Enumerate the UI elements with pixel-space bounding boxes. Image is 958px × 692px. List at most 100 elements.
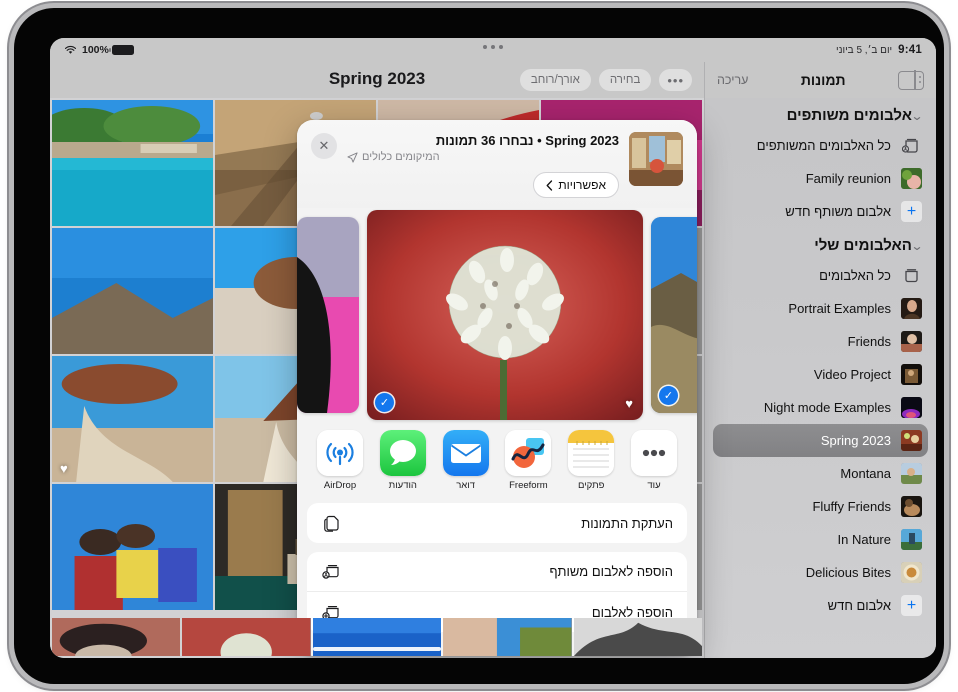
- share-sheet-subtitle: המיקומים כלולים: [362, 151, 440, 163]
- share-app-messages[interactable]: הודעות: [379, 430, 426, 491]
- sidebar-item-portrait-examples[interactable]: Portrait Examples: [713, 292, 928, 325]
- status-bar-left: 100%: [64, 44, 134, 56]
- carousel-photo-right[interactable]: ✓: [651, 217, 697, 413]
- ipad-screen: 9:41 יום ב׳, 5 ביוני 100% ••• בחירה אורך…: [50, 38, 936, 658]
- share-sheet: Spring 2023 • נבחרו 36 תמונות המיקומים כ…: [297, 120, 697, 656]
- share-actions-group-1: העתקת התמונות: [307, 503, 687, 543]
- share-app-label: Freeform: [509, 480, 548, 491]
- messages-icon: [379, 430, 426, 476]
- favorite-heart-icon: ♥: [625, 396, 633, 411]
- sidebar-item-family-reunion[interactable]: Family reunion: [713, 162, 928, 195]
- album-thumbnail: [901, 397, 922, 418]
- sidebar-toolbar: תמונות עריכה: [705, 62, 936, 98]
- sidebar-item-label: In Nature: [837, 532, 891, 547]
- action-label: הוספה לאלבום משותף: [549, 564, 673, 579]
- home-indicator[interactable]: [313, 647, 441, 651]
- options-button[interactable]: אפשרויות: [533, 172, 619, 198]
- section-header-my-albums[interactable]: ⌄ האלבומים שלי: [705, 228, 936, 259]
- album-thumbnail: [901, 529, 922, 550]
- share-app-freeform[interactable]: Freeform: [505, 430, 552, 491]
- chevron-down-icon: ⌄: [910, 108, 924, 123]
- favorite-heart-icon: ♥: [60, 461, 68, 476]
- battery-indicator: 100%: [82, 44, 134, 56]
- section-header-shared-albums[interactable]: ⌄ אלבומים משותפים: [705, 98, 936, 129]
- more-icon: [631, 430, 677, 476]
- carousel-photo-selected[interactable]: ✓ ♥: [367, 210, 643, 420]
- photo-cell[interactable]: ♥: [52, 356, 213, 482]
- share-app-more[interactable]: עוד: [631, 430, 677, 491]
- sidebar-item-label: אלבום משותף חדש: [785, 204, 891, 219]
- share-app-label: פתקים: [577, 480, 605, 491]
- sidebar-item-label: Spring 2023: [820, 433, 891, 448]
- share-app-mail[interactable]: דואר: [442, 430, 489, 491]
- plus-icon: +: [901, 201, 922, 222]
- photo-cell[interactable]: [52, 228, 213, 354]
- photo-cell[interactable]: [52, 100, 213, 226]
- select-button[interactable]: בחירה: [598, 69, 652, 91]
- sidebar-item-all-shared-albums[interactable]: כל האלבומים המשותפים: [713, 129, 928, 162]
- photo-cell[interactable]: [52, 618, 181, 656]
- battery-percent: 100%: [82, 44, 109, 56]
- photo-selected-checkmark[interactable]: ✓: [375, 393, 394, 412]
- mail-icon: [442, 430, 489, 476]
- sidebar-item-night-mode-examples[interactable]: Night mode Examples: [713, 391, 928, 424]
- album-thumbnail: [901, 331, 922, 352]
- album-thumbnail: [901, 168, 922, 189]
- multitasking-dots-button[interactable]: [483, 45, 503, 49]
- sidebar-item-label: כל האלבומים המשותפים: [756, 138, 891, 153]
- sidebar-item-all-albums[interactable]: כל האלבומים: [713, 259, 928, 292]
- share-photo-carousel: ✓ ♥ ✓: [297, 208, 697, 424]
- photo-selected-checkmark[interactable]: ✓: [659, 386, 678, 405]
- sidebar-item-label: Family reunion: [805, 171, 891, 186]
- photo-cell[interactable]: [52, 484, 213, 610]
- photo-cell[interactable]: [443, 618, 572, 656]
- share-app-airdrop[interactable]: AirDrop: [317, 430, 364, 491]
- sidebar-item-label: Fluffy Friends: [812, 499, 891, 514]
- album-thumbnail: [901, 364, 922, 385]
- photo-cell[interactable]: [182, 618, 311, 656]
- action-copy-photos[interactable]: העתקת התמונות: [307, 503, 687, 543]
- section-title: אלבומים משותפים: [786, 107, 912, 124]
- sidebar-item-video-project[interactable]: Video Project: [713, 358, 928, 391]
- share-sheet-header-text: Spring 2023 • נבחרו 36 תמונות המיקומים כ…: [347, 132, 619, 198]
- close-icon[interactable]: ✕: [311, 133, 337, 159]
- chevron-left-icon: [546, 179, 553, 191]
- sidebar-item-in-nature[interactable]: In Nature: [713, 523, 928, 556]
- share-app-notes[interactable]: פתקים: [568, 430, 615, 491]
- photo-cell[interactable]: [573, 618, 702, 656]
- sidebar-title: תמונות: [800, 72, 846, 88]
- sidebar-item-new-shared-album[interactable]: + אלבום משותף חדש: [713, 195, 928, 228]
- action-add-to-shared-album[interactable]: הוספה לאלבום משותף: [307, 552, 687, 592]
- options-label: אפשרויות: [558, 178, 606, 192]
- aspect-ratio-button[interactable]: אורך/רוחב: [519, 69, 591, 91]
- share-apps-row: עוד פתקים Freeform דואר הודעות AirDrop: [297, 424, 697, 503]
- sidebar-item-new-album[interactable]: + אלבום חדש: [713, 589, 928, 622]
- location-arrow-icon: [347, 151, 358, 163]
- carousel-photo-left[interactable]: [297, 217, 359, 413]
- airdrop-icon: [317, 430, 364, 476]
- sidebar-item-fluffy-friends[interactable]: Fluffy Friends: [713, 490, 928, 523]
- sidebar-item-label: אלבום חדש: [827, 598, 891, 613]
- battery-full-icon: [108, 45, 134, 55]
- sidebar-item-label: Video Project: [813, 367, 891, 382]
- albums-sidebar: תמונות עריכה ⌄ אלבומים משותפים כל האלבומ…: [704, 62, 936, 658]
- share-sheet-title: Spring 2023 • נבחרו 36 תמונות: [435, 133, 619, 148]
- share-app-label: דואר: [456, 480, 475, 491]
- shared-albums-icon: [901, 135, 922, 156]
- ipad-device: 9:41 יום ב׳, 5 ביוני 100% ••• בחירה אורך…: [14, 8, 944, 684]
- sidebar-item-montana[interactable]: Montana: [713, 457, 928, 490]
- share-sheet-subtitle-row: המיקומים כלולים: [347, 151, 619, 163]
- app-content: ••• בחירה אורך/רוחב Spring 2023 ♥ תמונות…: [50, 62, 936, 658]
- albums-icon: [901, 265, 922, 286]
- sidebar-item-delicious-bites[interactable]: Delicious Bites: [713, 556, 928, 589]
- share-sheet-header: Spring 2023 • נבחרו 36 תמונות המיקומים כ…: [297, 120, 697, 208]
- sidebar-item-label: Portrait Examples: [788, 301, 891, 316]
- sidebar-item-spring-2023[interactable]: Spring 2023: [713, 424, 928, 457]
- sidebar-item-label: כל האלבומים: [819, 268, 891, 283]
- more-options-button[interactable]: •••: [659, 69, 692, 91]
- sidebar-edit-button[interactable]: עריכה: [717, 73, 748, 87]
- sidebar-item-friends[interactable]: Friends: [713, 325, 928, 358]
- status-time: 9:41: [898, 44, 922, 56]
- album-thumbnail: [901, 298, 922, 319]
- sidebar-toggle-icon[interactable]: [898, 69, 924, 91]
